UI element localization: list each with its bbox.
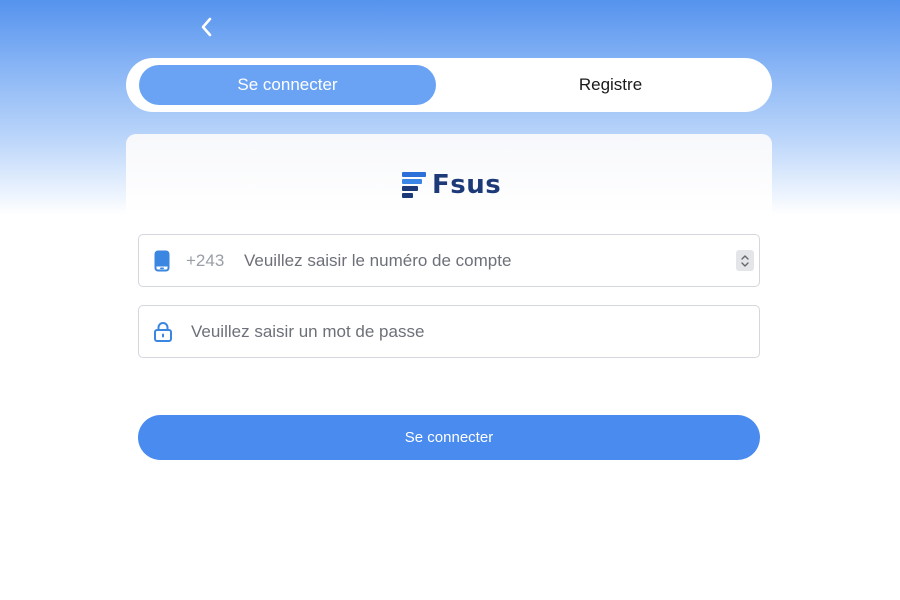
spinner-arrows-icon <box>741 254 749 267</box>
logo-text: Fsus <box>432 170 502 200</box>
auth-tabs: Se connecter Registre <box>126 58 772 112</box>
back-button[interactable] <box>192 12 220 42</box>
brand-logo: Fsus <box>400 168 501 202</box>
tab-register[interactable]: Registre <box>462 65 759 105</box>
password-field <box>138 305 760 358</box>
login-button[interactable]: Se connecter <box>138 415 760 460</box>
password-input[interactable] <box>191 306 731 357</box>
phone-field: +243 <box>138 234 760 287</box>
phone-input[interactable] <box>244 235 724 286</box>
fsus-logo-mark-icon <box>402 172 426 198</box>
country-code: +243 <box>186 250 225 270</box>
phone-icon <box>154 250 170 272</box>
number-spinner[interactable] <box>736 250 754 271</box>
tab-login[interactable]: Se connecter <box>139 65 436 105</box>
lock-icon <box>153 321 173 343</box>
chevron-left-icon <box>201 17 212 37</box>
